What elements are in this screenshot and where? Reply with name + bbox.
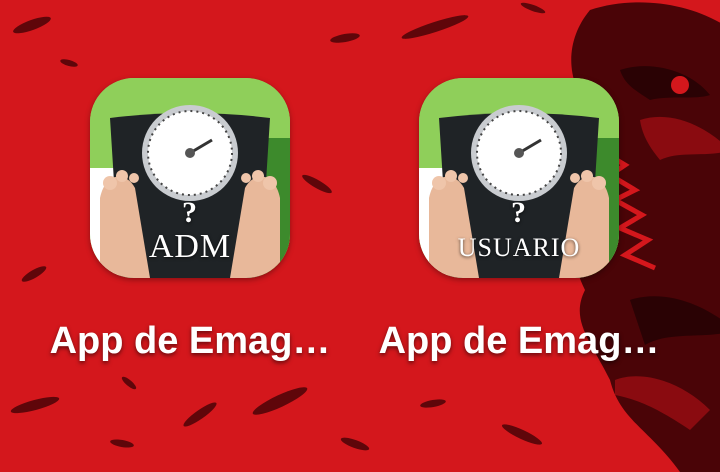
wallpaper-fleck — [11, 13, 53, 37]
wallpaper-fleck — [109, 437, 135, 450]
app-name-label: App de Emag… — [49, 320, 331, 362]
icon-text-adm: ADM — [148, 228, 232, 265]
bathroom-scale-feet-icon[interactable]: ? USUARIO — [419, 78, 619, 278]
app-shortcut-adm[interactable]: ? ADM App de Emag… — [40, 78, 340, 378]
app-shortcut-usuario[interactable]: ? USUARIO App de Emag… — [369, 78, 669, 378]
wallpaper-fleck — [59, 57, 79, 69]
wallpaper-fleck — [329, 31, 361, 45]
icon-question-mark: ? — [511, 196, 527, 229]
wallpaper-fleck — [339, 435, 371, 453]
wallpaper-fleck — [400, 11, 470, 43]
wallpaper-fleck — [250, 382, 310, 420]
wallpaper-fleck — [9, 393, 61, 417]
bathroom-scale-feet-icon[interactable]: ? ADM — [90, 78, 290, 278]
wallpaper-fleck — [419, 397, 447, 410]
app-name-label: App de Emag… — [378, 320, 660, 362]
wallpaper-fleck — [181, 399, 219, 430]
icon-question-mark: ? — [182, 196, 198, 229]
icon-text-usuario: USUARIO — [457, 233, 581, 262]
